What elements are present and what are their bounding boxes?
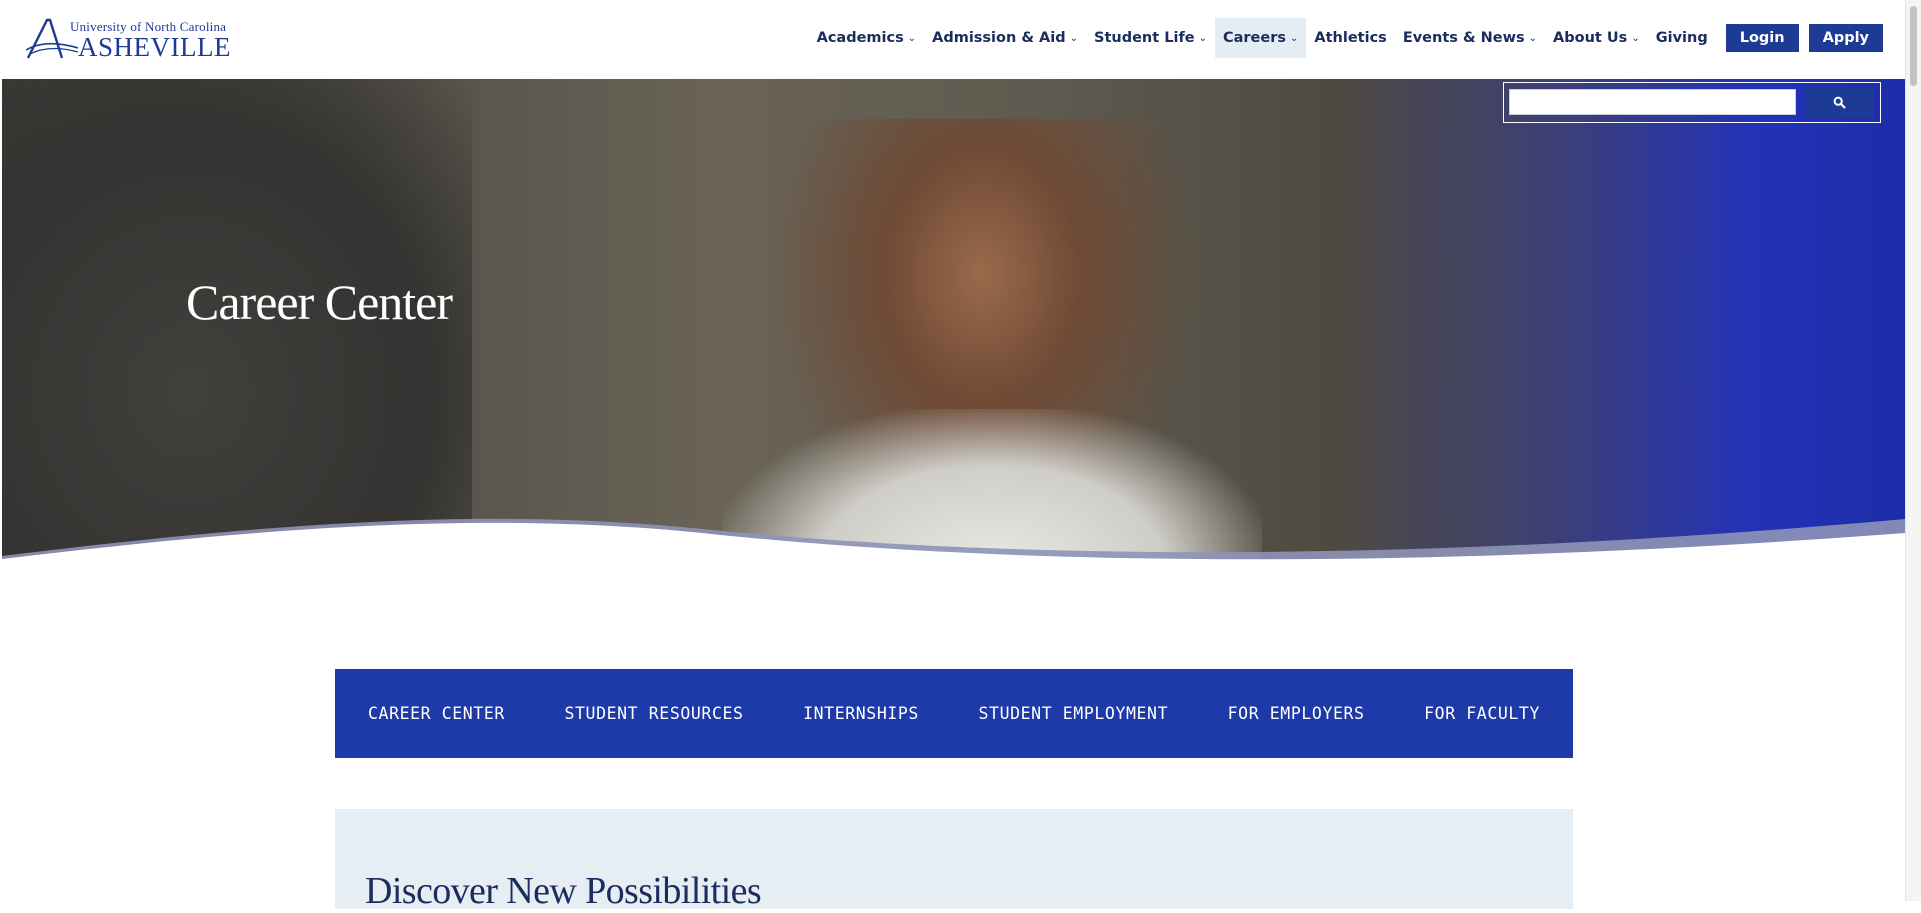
chevron-down-icon: ⌄: [1290, 32, 1299, 44]
search-input[interactable]: [1509, 89, 1796, 115]
nav-giving[interactable]: Giving: [1648, 18, 1716, 58]
nav-label: Academics: [816, 30, 904, 46]
section-nav-student-employment[interactable]: STUDENT EMPLOYMENT: [979, 704, 1169, 723]
nav-admission-aid[interactable]: Admission & Aid ⌄: [924, 18, 1086, 58]
section-nav: CAREER CENTER STUDENT RESOURCES INTERNSH…: [335, 669, 1573, 758]
nav-label: Student Life: [1094, 30, 1195, 46]
nav-student-life[interactable]: Student Life ⌄: [1086, 18, 1215, 58]
hero-wave-divider: [2, 518, 1905, 589]
page-scrollbar[interactable]: [1905, 0, 1921, 901]
chevron-down-icon: ⌄: [1631, 32, 1640, 44]
chevron-down-icon: ⌄: [1069, 32, 1079, 44]
chevron-down-icon: ⌄: [1528, 32, 1538, 44]
section-nav-internships[interactable]: INTERNSHIPS: [803, 704, 919, 723]
unca-logo[interactable]: University of North Carolina ASHEVILLE: [26, 18, 236, 62]
nav-athletics[interactable]: Athletics: [1306, 18, 1394, 58]
nav-about-us[interactable]: About Us ⌄: [1545, 18, 1648, 58]
login-button[interactable]: Login: [1725, 24, 1799, 52]
nav-events-news[interactable]: Events & News ⌄: [1395, 18, 1545, 58]
chevron-down-icon: ⌄: [1198, 32, 1207, 44]
section-nav-for-faculty[interactable]: FOR FACULTY: [1424, 704, 1540, 723]
scrollbar-thumb[interactable]: [1910, 6, 1917, 86]
nav-label: About Us: [1553, 30, 1628, 46]
section-heading: Discover New Possibilities: [365, 870, 762, 912]
search-icon: [1833, 96, 1846, 109]
chevron-down-icon: ⌄: [907, 32, 917, 44]
nav-academics[interactable]: Academics ⌄: [809, 18, 925, 58]
nav-label: Careers: [1222, 30, 1287, 46]
logo-text-asheville: ASHEVILLE: [78, 32, 231, 62]
nav-label: Events & News: [1402, 30, 1525, 46]
page-title: Career Center: [186, 274, 453, 330]
search-form: [1503, 82, 1881, 123]
section-nav-for-employers[interactable]: FOR EMPLOYERS: [1228, 704, 1365, 723]
search-button[interactable]: [1805, 88, 1874, 117]
section-nav-career-center[interactable]: CAREER CENTER: [368, 704, 505, 723]
apply-button[interactable]: Apply: [1808, 24, 1883, 52]
nav-label: Athletics: [1314, 30, 1387, 46]
section-nav-student-resources[interactable]: STUDENT RESOURCES: [564, 704, 743, 723]
nav-careers[interactable]: Careers ⌄: [1214, 18, 1307, 58]
main-nav: Academics ⌄ Admission & Aid ⌄ Student Life…: [809, 18, 1883, 58]
nav-label: Giving: [1655, 30, 1708, 46]
hero-banner: Career Center: [2, 79, 1905, 589]
site-header: University of North Carolina ASHEVILLE A…: [0, 0, 1905, 79]
nav-label: Admission & Aid: [932, 30, 1066, 46]
discover-panel: Discover New Possibilities: [335, 809, 1573, 912]
